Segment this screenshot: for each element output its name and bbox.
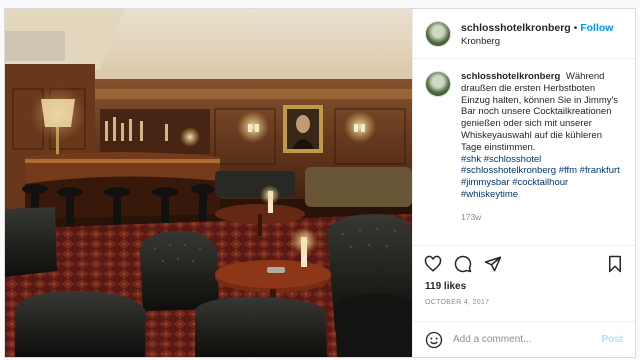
hashtag-link[interactable]: #shk: [461, 154, 481, 165]
share-icon: [484, 256, 502, 271]
post-photo[interactable]: [5, 9, 412, 357]
heart-icon: [424, 255, 442, 272]
bar-interior-photo: [5, 9, 412, 357]
hashtag-link[interactable]: #frankfurt: [580, 165, 620, 176]
bookmark-icon: [609, 255, 621, 272]
caption-body: schlosshotelkronberg Während draußen die…: [461, 71, 623, 224]
post-header-text: schlosshotelkronberg • Follow Kronberg: [461, 20, 613, 48]
add-comment-bar: Post: [413, 321, 635, 357]
caption-age[interactable]: 173w: [461, 212, 623, 224]
separator-dot: •: [573, 22, 578, 34]
username-link[interactable]: schlosshotelkronberg: [461, 22, 571, 34]
caption-avatar[interactable]: [425, 71, 451, 97]
instagram-post: schlosshotelkronberg • Follow Kronberg sch…: [4, 8, 636, 358]
action-bar: [413, 245, 635, 281]
hashtag-list: #shk #schlosshotel #schlosshotelkronberg…: [461, 154, 623, 201]
caption: schlosshotelkronberg Während draußen die…: [425, 71, 623, 224]
post-date[interactable]: OCTOBER 4, 2017: [413, 295, 635, 321]
comment-input[interactable]: [453, 334, 602, 345]
location-link[interactable]: Kronberg: [461, 35, 613, 48]
comment-icon: [454, 255, 472, 272]
like-button[interactable]: [423, 254, 443, 274]
hashtag-link[interactable]: #schlosshotelkronberg: [461, 165, 556, 176]
caption-text: Während draußen die ersten Herbstboten E…: [461, 71, 619, 153]
caption-username[interactable]: schlosshotelkronberg: [461, 71, 560, 82]
share-button[interactable]: [483, 254, 503, 274]
post-header: schlosshotelkronberg • Follow Kronberg: [413, 9, 635, 59]
hashtag-link[interactable]: #schlosshotel: [484, 154, 542, 165]
follow-button[interactable]: Follow: [580, 22, 613, 34]
likes-count[interactable]: 119 likes: [413, 281, 635, 295]
avatar[interactable]: [425, 20, 451, 47]
comment-button[interactable]: [453, 254, 473, 274]
save-button[interactable]: [605, 254, 625, 274]
hashtag-link[interactable]: #jimmysbar: [461, 177, 510, 188]
smiley-icon: [425, 331, 443, 348]
comments-section: schlosshotelkronberg Während draußen die…: [413, 59, 635, 245]
hashtag-link[interactable]: #ffm: [559, 165, 577, 176]
post-comment-button[interactable]: Post: [601, 334, 623, 345]
post-sidebar: schlosshotelkronberg • Follow Kronberg sch…: [412, 9, 635, 357]
emoji-button[interactable]: [425, 331, 443, 349]
hashtag-link[interactable]: #cocktailhour: [512, 177, 568, 188]
hashtag-link[interactable]: #whiskeytime: [461, 189, 518, 200]
